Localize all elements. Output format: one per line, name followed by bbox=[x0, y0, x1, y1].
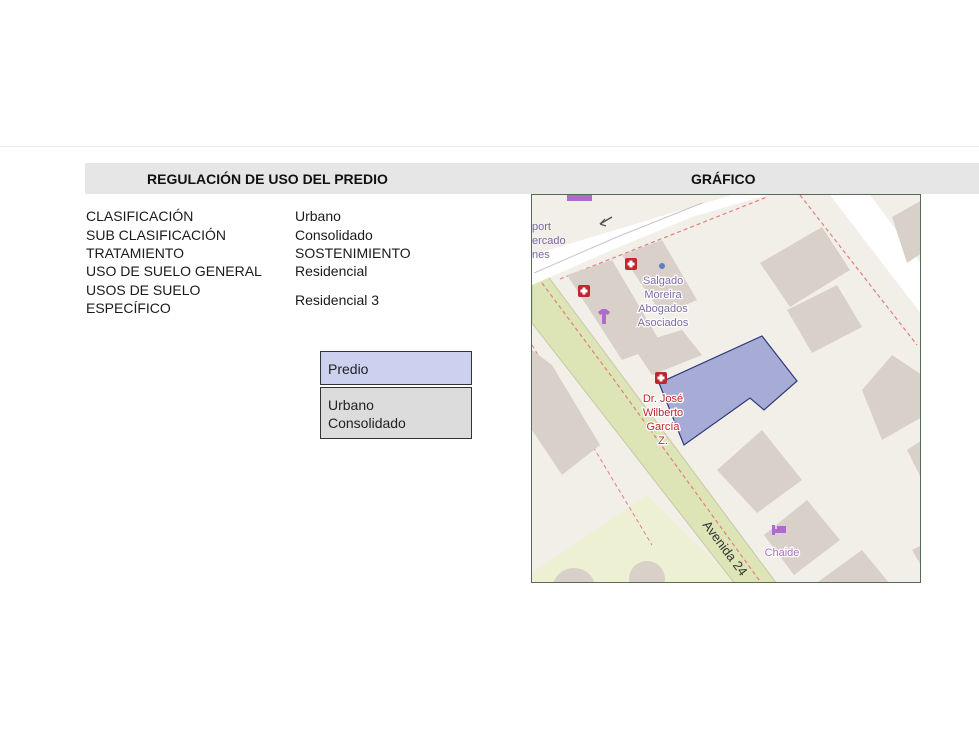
map-canvas[interactable]: port ercado nes Salgado Moreira Abogados… bbox=[532, 195, 921, 583]
classification-label: CLASIFICACIÓN bbox=[86, 208, 194, 224]
poi-doctor-label-1: Dr. José bbox=[643, 393, 683, 405]
pharmacy-icon bbox=[625, 258, 637, 270]
poi-law-label-3: Abogados bbox=[638, 303, 688, 315]
poi-law-label-4: Asociados bbox=[638, 317, 689, 329]
graphic-section-title: GRÁFICO bbox=[691, 171, 756, 187]
treatment-value: SOSTENIMIENTO bbox=[295, 245, 411, 261]
general-land-use-value: Residencial bbox=[295, 263, 368, 279]
poi-doctor-label-4: Z. bbox=[658, 435, 668, 447]
classification-value: Urbano bbox=[295, 208, 341, 224]
poi-left-label-2: ercado bbox=[532, 235, 566, 247]
pharmacy-icon bbox=[655, 372, 667, 384]
general-land-use-label: USO DE SUELO GENERAL bbox=[86, 263, 262, 279]
poi-hotel-label: Chaide bbox=[765, 547, 800, 559]
subclassification-value: Consolidado bbox=[295, 227, 373, 243]
regulation-section-title: REGULACIÓN DE USO DEL PREDIO bbox=[147, 171, 388, 187]
poi-marker bbox=[567, 195, 592, 201]
poi-left-label-3: nes bbox=[532, 249, 550, 261]
section-header-bar: REGULACIÓN DE USO DEL PREDIO GRÁFICO bbox=[85, 163, 979, 194]
specific-land-use-value: Residencial 3 bbox=[295, 292, 380, 308]
legend-predio-label: Predio bbox=[328, 361, 369, 377]
legend-predio: Predio bbox=[320, 351, 472, 385]
poi-law-label-2: Moreira bbox=[644, 289, 682, 301]
map-graphic[interactable]: port ercado nes Salgado Moreira Abogados… bbox=[531, 194, 921, 583]
legend-zone-line1: Urbano bbox=[328, 397, 374, 413]
poi-doctor-label-2: Wilberto bbox=[643, 407, 683, 419]
treatment-label: TRATAMIENTO bbox=[86, 245, 184, 261]
legend-zone: Urbano Consolidado bbox=[320, 387, 472, 439]
specific-land-use-label-line1: USOS DE SUELO bbox=[86, 282, 201, 298]
office-dot-icon bbox=[659, 263, 665, 269]
pharmacy-icon bbox=[578, 285, 590, 297]
specific-land-use-label-line2: ESPECÍFICO bbox=[86, 300, 171, 316]
poi-left-label-1: port bbox=[532, 221, 551, 233]
top-divider bbox=[0, 146, 979, 147]
poi-doctor-label-3: García bbox=[646, 421, 680, 433]
subclassification-label: SUB CLASIFICACIÓN bbox=[86, 227, 227, 243]
poi-law-label-1: Salgado bbox=[643, 275, 683, 287]
legend-zone-line2: Consolidado bbox=[328, 415, 406, 431]
